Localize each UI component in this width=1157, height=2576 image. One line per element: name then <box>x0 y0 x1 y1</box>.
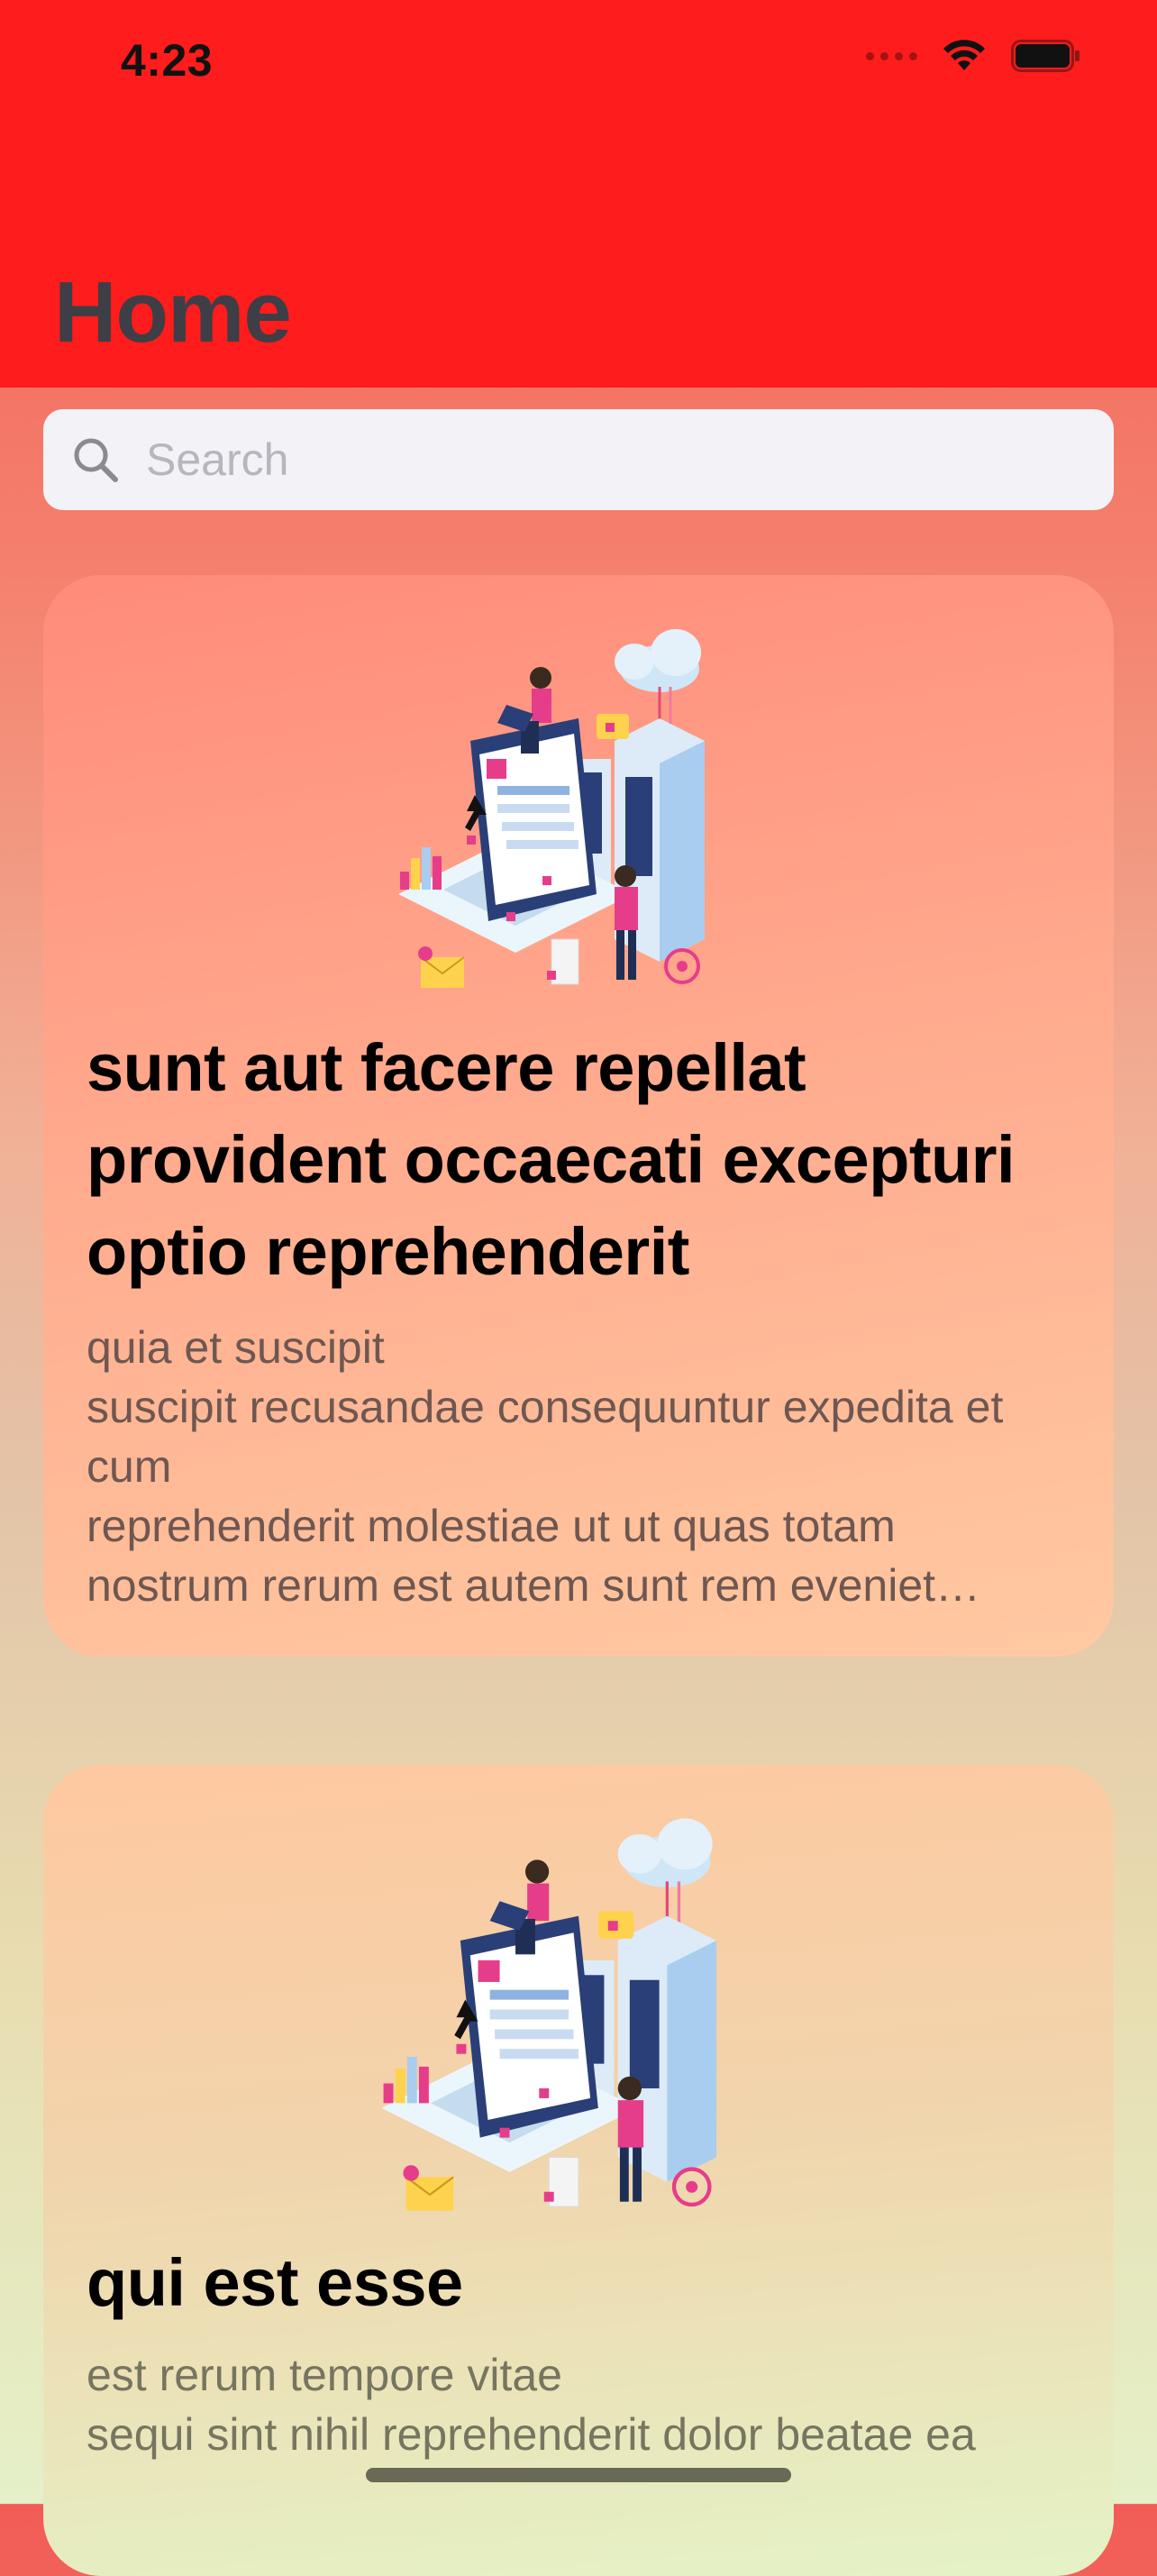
status-time: 4:23 <box>121 35 214 86</box>
battery-icon <box>1011 40 1080 72</box>
search-icon <box>70 434 121 485</box>
wifi-icon <box>943 40 985 70</box>
post-title: qui est esse <box>87 2245 463 2320</box>
status-bar: 4:23 <box>0 0 1157 135</box>
signal-icon <box>866 51 917 60</box>
navigation-header: 4:23 Home <box>0 0 1157 388</box>
post-card[interactable]: sunt aut facere repellat provident occae… <box>43 575 1114 1657</box>
home-indicator[interactable] <box>366 2468 791 2482</box>
search-input[interactable]: Search <box>146 434 288 486</box>
status-icons <box>866 40 1081 72</box>
post-title: sunt aut facere repellat provident occae… <box>87 1030 1016 1289</box>
post-body: est rerum tempore vitae sequi sint nihil… <box>87 2350 976 2460</box>
server-network-illustration <box>398 629 705 988</box>
search-bar[interactable]: Search <box>43 409 1114 510</box>
post-body: quia et suscipit suscipit recusandae con… <box>87 1322 1004 1611</box>
post-card[interactable]: qui est esse est rerum tempore vitae seq… <box>43 1765 1114 2576</box>
page-title: Home <box>54 264 292 361</box>
server-network-illustration <box>381 1818 717 2211</box>
